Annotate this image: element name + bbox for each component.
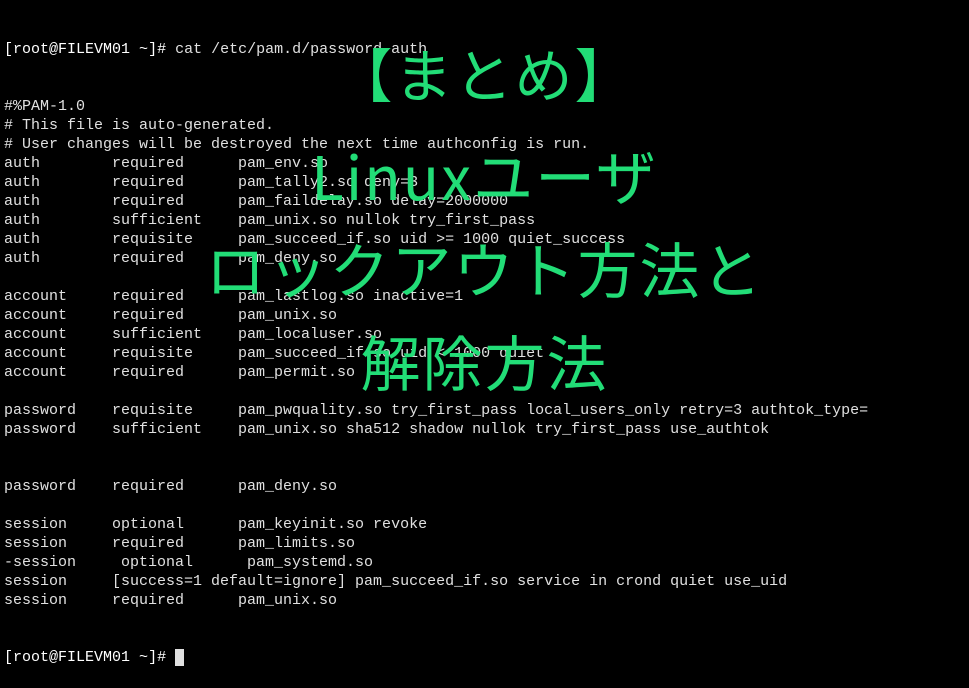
output-line: auth required pam_tally2.so deny=3 xyxy=(4,173,965,192)
prompt-path: ~ xyxy=(130,41,148,58)
output-line: auth requisite pam_succeed_if.so uid >= … xyxy=(4,230,965,249)
output-line xyxy=(4,382,965,401)
output-line: auth sufficient pam_unix.so nullok try_f… xyxy=(4,211,965,230)
output-line: account required pam_lastlog.so inactive… xyxy=(4,287,965,306)
command-text: cat /etc/pam.d/password-auth xyxy=(175,41,427,58)
terminal-output: [root@FILEVM01 ~]# cat /etc/pam.d/passwo… xyxy=(0,0,969,688)
output-container: #%PAM-1.0# This file is auto-generated.#… xyxy=(4,97,965,610)
prompt-bracket-close: ] xyxy=(148,41,157,58)
output-line: account required pam_unix.so xyxy=(4,306,965,325)
output-line xyxy=(4,496,965,515)
output-line: session optional pam_keyinit.so revoke xyxy=(4,515,965,534)
output-line: -session optional pam_systemd.so xyxy=(4,553,965,572)
prompt-line[interactable]: [root@FILEVM01 ~]# xyxy=(4,648,965,667)
output-line: session [success=1 default=ignore] pam_s… xyxy=(4,572,965,591)
output-line: account sufficient pam_localuser.so xyxy=(4,325,965,344)
output-line: # User changes will be destroyed the nex… xyxy=(4,135,965,154)
output-line xyxy=(4,268,965,287)
output-line: auth required pam_deny.so xyxy=(4,249,965,268)
output-line xyxy=(4,439,965,458)
output-line: session required pam_unix.so xyxy=(4,591,965,610)
output-line: auth required pam_env.so xyxy=(4,154,965,173)
command-line: [root@FILEVM01 ~]# cat /etc/pam.d/passwo… xyxy=(4,40,965,59)
output-line: password required pam_deny.so xyxy=(4,477,965,496)
prompt-bracket-open: [ xyxy=(4,41,13,58)
output-line xyxy=(4,458,965,477)
output-line: auth required pam_faildelay.so delay=200… xyxy=(4,192,965,211)
output-line: #%PAM-1.0 xyxy=(4,97,965,116)
prompt-hash: # xyxy=(157,41,175,58)
output-line: password sufficient pam_unix.so sha512 s… xyxy=(4,420,965,439)
output-line: # This file is auto-generated. xyxy=(4,116,965,135)
output-line: account required pam_permit.so xyxy=(4,363,965,382)
output-line: password requisite pam_pwquality.so try_… xyxy=(4,401,965,420)
prompt-userhost: root@FILEVM01 xyxy=(13,41,130,58)
cursor-icon xyxy=(175,649,184,666)
output-line: account requisite pam_succeed_if.so uid … xyxy=(4,344,965,363)
output-line: session required pam_limits.so xyxy=(4,534,965,553)
